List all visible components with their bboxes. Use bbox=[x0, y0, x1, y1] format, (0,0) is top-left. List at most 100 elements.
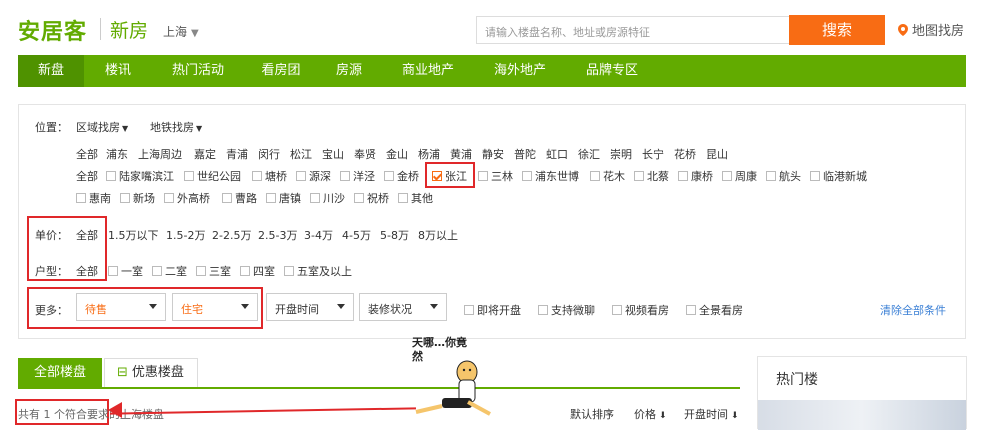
clear-filters-link[interactable]: 清除全部条件 bbox=[880, 302, 946, 318]
main-nav: 新盘 楼讯 热门活动 看房团 房源 商业地产 海外地产 品牌专区 bbox=[18, 55, 966, 87]
search-button[interactable]: 搜索 bbox=[789, 15, 885, 45]
district-option[interactable]: 杨浦 bbox=[418, 146, 440, 162]
subarea-checkbox[interactable]: 康桥 bbox=[678, 168, 713, 184]
subarea-checkbox[interactable]: 洋泾 bbox=[340, 168, 375, 184]
subarea-checkbox[interactable]: 浦东世博 bbox=[522, 168, 579, 184]
layout-checkbox[interactable]: 三室 bbox=[196, 263, 231, 279]
checkbox-icon bbox=[384, 171, 394, 181]
search-input[interactable]: 请输入楼盘名称、地址或房源特征 bbox=[476, 16, 789, 44]
sort-default[interactable]: 默认排序 bbox=[570, 406, 614, 422]
district-option[interactable]: 昆山 bbox=[706, 146, 728, 162]
map-search-link[interactable]: 地图找房 bbox=[898, 20, 964, 39]
district-option[interactable]: 崇明 bbox=[610, 146, 632, 162]
subarea-checkbox[interactable]: 外高桥 bbox=[164, 190, 210, 206]
district-option[interactable]: 闵行 bbox=[258, 146, 280, 162]
price-option[interactable]: 5-8万 bbox=[380, 227, 409, 243]
nav-item-new[interactable]: 新盘 bbox=[18, 55, 84, 87]
subarea-checkbox[interactable]: 世纪公园 bbox=[184, 168, 241, 184]
district-all[interactable]: 全部 bbox=[76, 146, 98, 162]
select-value: 开盘时间 bbox=[275, 303, 319, 316]
layout-checkbox[interactable]: 四室 bbox=[240, 263, 275, 279]
region-search-tab[interactable]: 区域找房 ▼ bbox=[76, 119, 128, 135]
district-option[interactable]: 长宁 bbox=[642, 146, 664, 162]
nav-item-events[interactable]: 热门活动 bbox=[158, 55, 238, 87]
district-option[interactable]: 上海周边 bbox=[138, 146, 182, 162]
nav-item-brand[interactable]: 品牌专区 bbox=[572, 55, 652, 87]
checkbox-icon bbox=[340, 171, 350, 181]
subarea-checkbox[interactable]: 唐镇 bbox=[266, 190, 301, 206]
subarea-checkbox[interactable]: 源深 bbox=[296, 168, 331, 184]
chevron-down-icon bbox=[337, 304, 345, 309]
checkbox-icon bbox=[612, 305, 622, 315]
layout-checkbox[interactable]: 五室及以上 bbox=[284, 263, 352, 279]
subarea-checkbox[interactable]: 北蔡 bbox=[634, 168, 669, 184]
checkbox-icon bbox=[464, 305, 474, 315]
sort-price[interactable]: 价格 ⬇ bbox=[634, 406, 667, 422]
nav-item-commercial[interactable]: 商业地产 bbox=[388, 55, 468, 87]
district-option[interactable]: 虹口 bbox=[546, 146, 568, 162]
nav-item-listings[interactable]: 房源 bbox=[324, 55, 374, 87]
city-label: 上海 bbox=[163, 25, 188, 39]
subarea-checkbox[interactable]: 航头 bbox=[766, 168, 801, 184]
subarea-checkbox[interactable]: 其他 bbox=[398, 190, 433, 206]
price-option[interactable]: 4-5万 bbox=[342, 227, 371, 243]
price-option[interactable]: 2.5-3万 bbox=[258, 227, 297, 243]
tab-promo-projects[interactable]: ⊟ 优惠楼盘 bbox=[104, 358, 198, 388]
district-option[interactable]: 嘉定 bbox=[194, 146, 216, 162]
subarea-checkbox[interactable]: 曹路 bbox=[222, 190, 257, 206]
district-option[interactable]: 花桥 bbox=[674, 146, 696, 162]
subarea-checkbox[interactable]: 周康 bbox=[722, 168, 757, 184]
price-option[interactable]: 1.5-2万 bbox=[166, 227, 205, 243]
city-selector[interactable]: 上海 ▼ bbox=[163, 23, 199, 40]
subarea-checkbox[interactable]: 新场 bbox=[120, 190, 155, 206]
nav-item-tour[interactable]: 看房团 bbox=[250, 55, 312, 87]
district-option[interactable]: 徐汇 bbox=[578, 146, 600, 162]
district-option[interactable]: 奉贤 bbox=[354, 146, 376, 162]
vr-tour-checkbox[interactable]: 全景看房 bbox=[686, 302, 743, 318]
wechat-chat-checkbox[interactable]: 支持微聊 bbox=[538, 302, 595, 318]
sort-open-time[interactable]: 开盘时间 ⬇ bbox=[684, 406, 739, 422]
channel-title[interactable]: 新房 bbox=[110, 16, 148, 43]
subarea-checkbox[interactable]: 陆家嘴滨江 bbox=[106, 168, 174, 184]
price-option[interactable]: 8万以上 bbox=[418, 227, 458, 243]
hot-project-image[interactable] bbox=[758, 400, 966, 430]
subarea-checkbox[interactable]: 临港新城 bbox=[810, 168, 867, 184]
site-logo[interactable]: 安居客 bbox=[18, 14, 87, 46]
district-pudong[interactable]: 浦东 bbox=[106, 146, 128, 162]
chevron-down-icon: ▼ bbox=[191, 28, 199, 39]
layout-checkbox[interactable]: 一室 bbox=[108, 263, 143, 279]
district-option[interactable]: 静安 bbox=[482, 146, 504, 162]
nav-item-news[interactable]: 楼讯 bbox=[92, 55, 144, 87]
coming-soon-checkbox[interactable]: 即将开盘 bbox=[464, 302, 521, 318]
price-option[interactable]: 1.5万以下 bbox=[108, 227, 159, 243]
price-option[interactable]: 3-4万 bbox=[304, 227, 333, 243]
subarea-label: 陆家嘴滨江 bbox=[119, 170, 174, 183]
district-option[interactable]: 青浦 bbox=[226, 146, 248, 162]
subarea-checkbox[interactable]: 金桥 bbox=[384, 168, 419, 184]
nav-item-overseas[interactable]: 海外地产 bbox=[480, 55, 560, 87]
subarea-checkbox[interactable]: 惠南 bbox=[76, 190, 111, 206]
video-tour-checkbox[interactable]: 视频看房 bbox=[612, 302, 669, 318]
district-option[interactable]: 普陀 bbox=[514, 146, 536, 162]
logo-divider bbox=[100, 18, 101, 40]
open-time-select[interactable]: 开盘时间 bbox=[266, 293, 354, 321]
subarea-all[interactable]: 全部 bbox=[76, 168, 98, 184]
subarea-checkbox[interactable]: 祝桥 bbox=[354, 190, 389, 206]
district-option[interactable]: 松江 bbox=[290, 146, 312, 162]
subarea-checkbox[interactable]: 塘桥 bbox=[252, 168, 287, 184]
subarea-checkbox[interactable]: 川沙 bbox=[310, 190, 345, 206]
decoration-select[interactable]: 装修状况 bbox=[359, 293, 447, 321]
layout-checkbox[interactable]: 二室 bbox=[152, 263, 187, 279]
subarea-checkbox[interactable]: 花木 bbox=[590, 168, 625, 184]
subway-search-tab[interactable]: 地铁找房 ▼ bbox=[150, 119, 202, 135]
district-option[interactable]: 金山 bbox=[386, 146, 408, 162]
district-option[interactable]: 黄浦 bbox=[450, 146, 472, 162]
subarea-checkbox[interactable]: 三林 bbox=[478, 168, 513, 184]
price-option[interactable]: 2-2.5万 bbox=[212, 227, 251, 243]
subarea-label: 唐镇 bbox=[279, 192, 301, 205]
checkbox-label: 全景看房 bbox=[699, 304, 743, 317]
district-option[interactable]: 宝山 bbox=[322, 146, 344, 162]
tab-all-projects[interactable]: 全部楼盘 bbox=[18, 358, 102, 388]
checkbox-icon bbox=[164, 193, 174, 203]
hot-projects-panel: 热门楼 bbox=[757, 356, 967, 430]
